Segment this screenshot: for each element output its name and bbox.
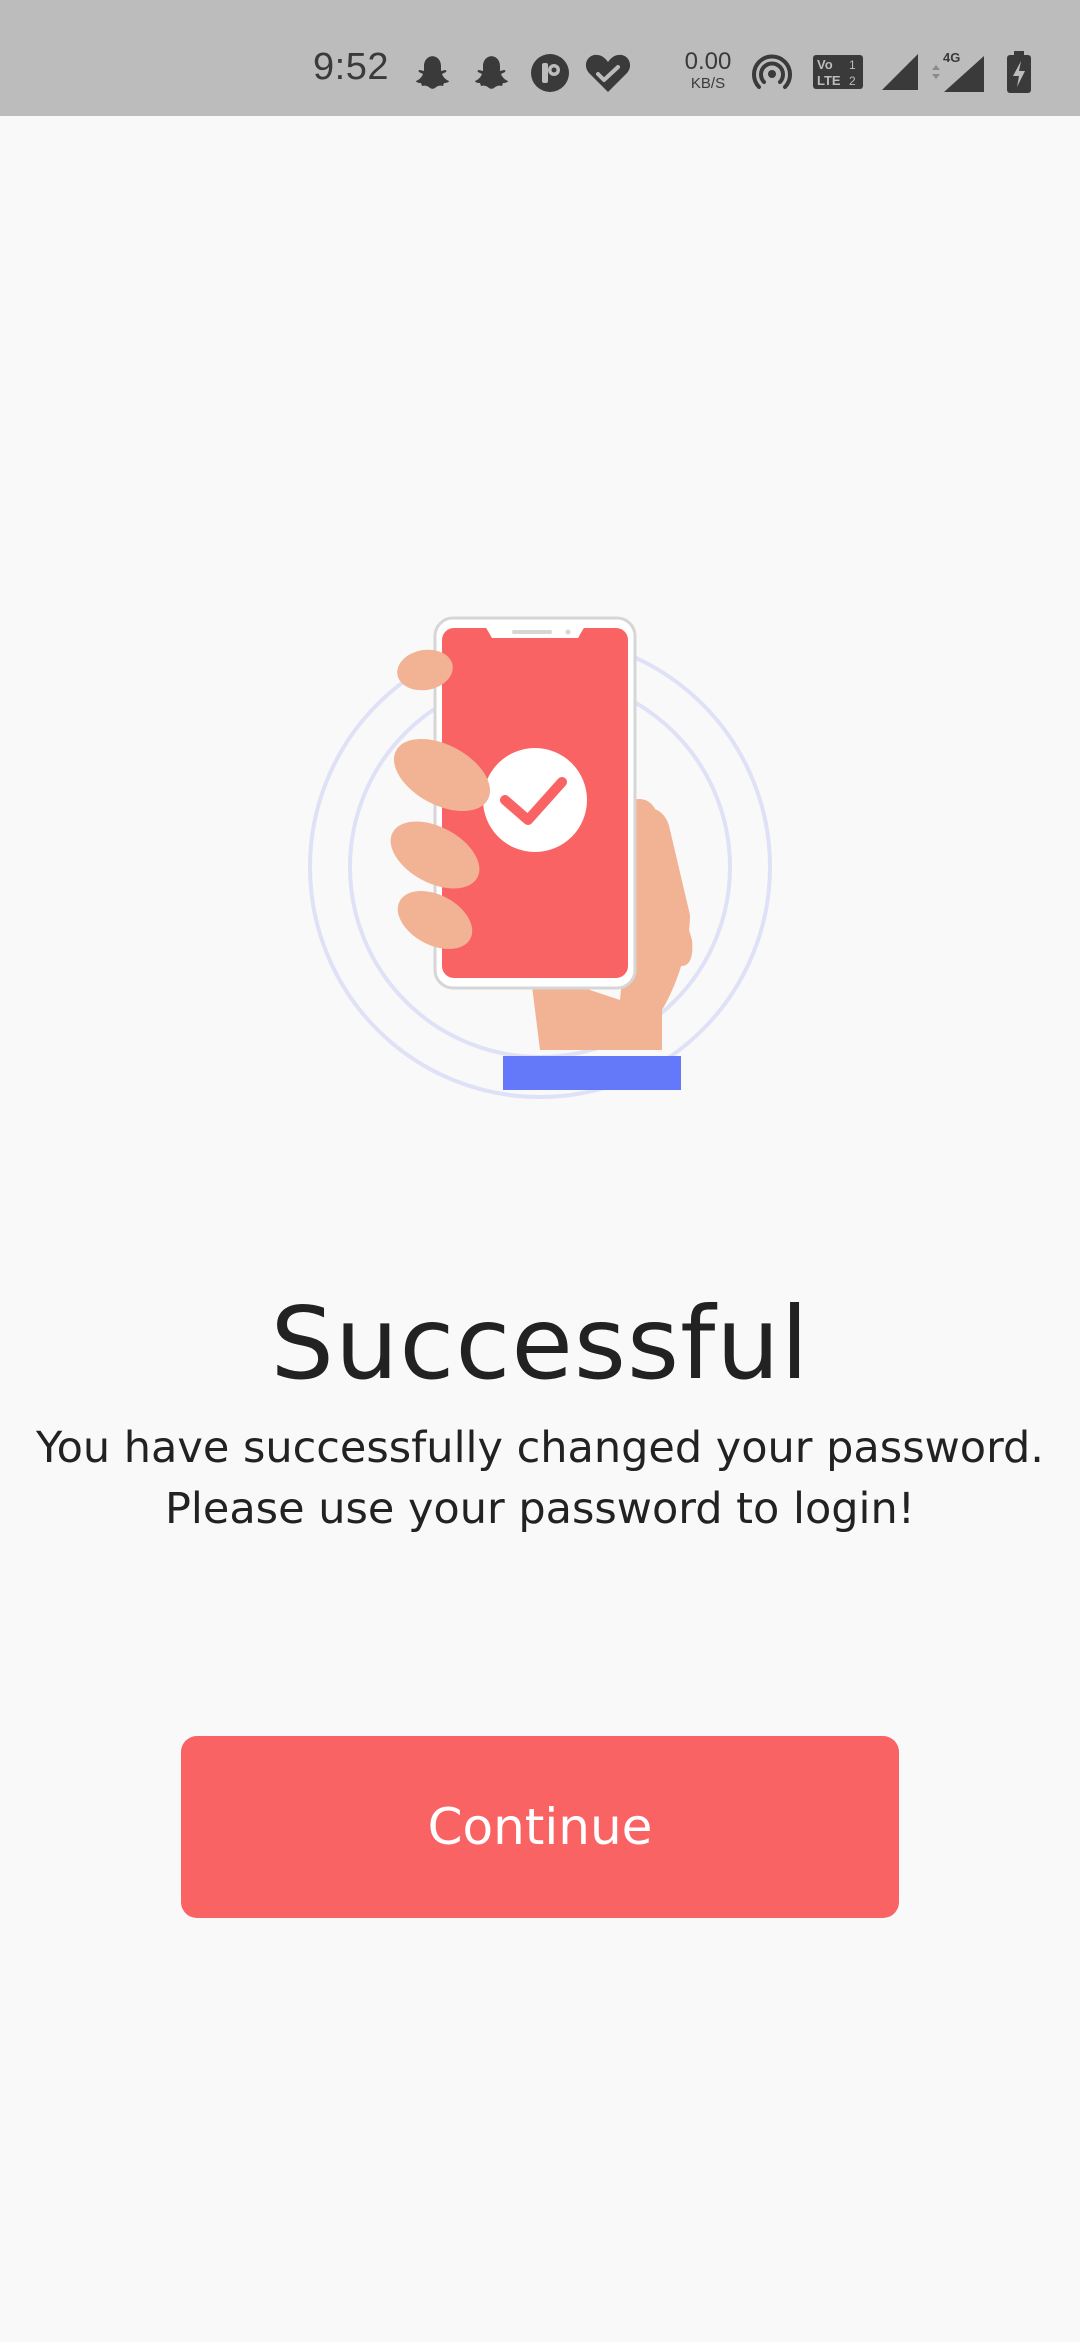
success-message-line: Please use your password to login!: [165, 1484, 915, 1534]
net-speed-unit: KB/S: [690, 75, 726, 92]
signal-icon: [882, 54, 918, 90]
signal-4g-icon: 4G: [932, 50, 984, 92]
svg-text:4G: 4G: [943, 50, 960, 65]
svg-text:2: 2: [849, 74, 856, 88]
svg-text:Vo: Vo: [817, 57, 833, 72]
sleeve: [503, 1056, 681, 1090]
volte-icon: Vo LTE 1 2: [813, 55, 863, 89]
page-title: Successful: [270, 1285, 810, 1402]
status-time: 9:52: [313, 46, 389, 88]
heart-check-icon: [585, 54, 631, 92]
check-circle-icon: [483, 748, 587, 852]
battery-charging-icon: [1007, 51, 1031, 93]
svg-text:LTE: LTE: [817, 73, 841, 88]
success-message: You have successfully changed your passw…: [0, 1418, 1080, 1540]
hotspot-icon: [752, 54, 792, 89]
continue-button[interactable]: Continue: [181, 1736, 899, 1918]
snapchat-icon: [416, 56, 449, 89]
net-speed-indicator: 0.00 KB/S: [684, 48, 732, 92]
net-speed-value: 0.00: [684, 48, 732, 75]
success-message-line: You have successfully changed your passw…: [36, 1423, 1044, 1473]
svg-text:1: 1: [849, 58, 856, 72]
app-icon: [531, 54, 569, 92]
snapchat-icon: [475, 56, 508, 89]
status-bar: 9:52 0.00 KB/S Vo LTE 1 2 4G: [0, 0, 1080, 116]
phone-success-illustration: [308, 616, 772, 1099]
